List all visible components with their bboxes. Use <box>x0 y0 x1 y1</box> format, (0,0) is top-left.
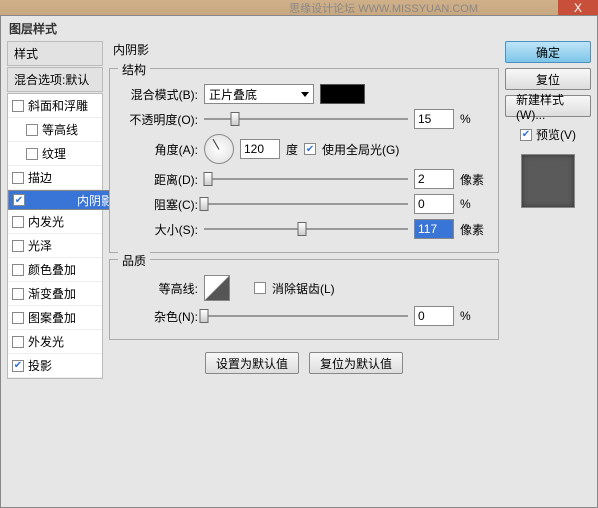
quality-group: 品质 等高线: 消除锯齿(L) 杂色(N): 0 % <box>109 259 499 340</box>
style-checkbox[interactable] <box>12 264 24 276</box>
structure-group: 结构 混合模式(B): 正片叠底 不透明度(O): 15 % 角度 <box>109 68 499 253</box>
layer-style-dialog: 图层样式 样式 混合选项:默认 斜面和浮雕等高线纹理描边内阴影内发光光泽颜色叠加… <box>0 15 598 508</box>
noise-label: 杂色(N): <box>118 308 198 325</box>
style-item-4[interactable]: 内阴影 <box>8 190 118 210</box>
panel-title: 内阴影 <box>109 41 499 62</box>
style-item-label: 颜色叠加 <box>28 261 76 278</box>
style-item-5[interactable]: 内发光 <box>8 210 102 234</box>
style-item-9[interactable]: 图案叠加 <box>8 306 102 330</box>
preview-swatch <box>521 154 575 208</box>
window-close-button[interactable]: X <box>558 0 598 15</box>
angle-input[interactable]: 120 <box>240 139 280 159</box>
style-item-8[interactable]: 渐变叠加 <box>8 282 102 306</box>
style-checkbox[interactable] <box>12 360 24 372</box>
blend-mode-select[interactable]: 正片叠底 <box>204 84 314 104</box>
angle-unit: 度 <box>286 141 298 158</box>
dialog-title: 图层样式 <box>1 16 597 41</box>
style-item-0[interactable]: 斜面和浮雕 <box>8 94 102 118</box>
preview-checkbox[interactable] <box>520 129 532 141</box>
choke-label: 阻塞(C): <box>118 196 198 213</box>
new-style-button[interactable]: 新建样式(W)... <box>505 95 591 117</box>
contour-picker[interactable] <box>204 275 230 301</box>
noise-slider[interactable] <box>204 307 408 325</box>
cancel-button[interactable]: 复位 <box>505 68 591 90</box>
choke-unit: % <box>460 197 490 211</box>
choke-slider[interactable] <box>204 195 408 213</box>
set-default-button[interactable]: 设置为默认值 <box>205 352 299 374</box>
style-checkbox[interactable] <box>12 100 24 112</box>
size-slider[interactable] <box>204 220 408 238</box>
style-checkbox[interactable] <box>13 194 25 206</box>
global-light-checkbox[interactable] <box>304 143 316 155</box>
style-item-1[interactable]: 等高线 <box>8 118 102 142</box>
quality-group-title: 品质 <box>118 252 150 269</box>
style-item-label: 内阴影 <box>77 192 113 209</box>
style-item-label: 斜面和浮雕 <box>28 97 88 114</box>
distance-slider[interactable] <box>204 170 408 188</box>
ok-button[interactable]: 确定 <box>505 41 591 63</box>
choke-input[interactable]: 0 <box>414 194 454 214</box>
style-checkbox[interactable] <box>12 336 24 348</box>
styles-header[interactable]: 样式 <box>7 41 103 66</box>
distance-input[interactable]: 2 <box>414 169 454 189</box>
style-item-label: 纹理 <box>42 145 66 162</box>
contour-label: 等高线: <box>118 280 198 297</box>
antialias-label: 消除锯齿(L) <box>272 280 335 297</box>
preview-label: 预览(V) <box>536 126 576 143</box>
distance-label: 距离(D): <box>118 171 198 188</box>
style-checkbox[interactable] <box>12 288 24 300</box>
size-input[interactable]: 117 <box>414 219 454 239</box>
blend-mode-label: 混合模式(B): <box>118 86 198 103</box>
style-item-label: 投影 <box>28 357 52 374</box>
blend-options-default[interactable]: 混合选项:默认 <box>7 67 103 92</box>
opacity-label: 不透明度(O): <box>118 111 198 128</box>
watermark-text: 思缘设计论坛 WWW.MISSYUAN.COM <box>289 0 478 16</box>
global-light-label: 使用全局光(G) <box>322 141 399 158</box>
antialias-checkbox[interactable] <box>254 282 266 294</box>
style-item-3[interactable]: 描边 <box>8 166 102 190</box>
style-item-label: 外发光 <box>28 333 64 350</box>
reset-default-button[interactable]: 复位为默认值 <box>309 352 403 374</box>
size-unit: 像素 <box>460 221 490 238</box>
size-label: 大小(S): <box>118 221 198 238</box>
structure-group-title: 结构 <box>118 61 150 78</box>
style-item-label: 光泽 <box>28 237 52 254</box>
style-checkbox[interactable] <box>12 240 24 252</box>
style-checkbox[interactable] <box>12 172 24 184</box>
style-item-label: 描边 <box>28 169 52 186</box>
opacity-slider[interactable] <box>204 110 408 128</box>
dropdown-icon <box>301 92 309 97</box>
style-item-10[interactable]: 外发光 <box>8 330 102 354</box>
style-item-11[interactable]: 投影 <box>8 354 102 378</box>
style-item-6[interactable]: 光泽 <box>8 234 102 258</box>
style-item-label: 内发光 <box>28 213 64 230</box>
angle-label: 角度(A): <box>118 141 198 158</box>
style-checkbox[interactable] <box>26 148 38 160</box>
style-item-label: 图案叠加 <box>28 309 76 326</box>
style-checkbox[interactable] <box>26 124 38 136</box>
style-item-2[interactable]: 纹理 <box>8 142 102 166</box>
style-item-7[interactable]: 颜色叠加 <box>8 258 102 282</box>
blend-mode-value: 正片叠底 <box>209 86 257 103</box>
opacity-input[interactable]: 15 <box>414 109 454 129</box>
angle-dial[interactable] <box>204 134 234 164</box>
noise-unit: % <box>460 309 490 323</box>
style-item-label: 等高线 <box>42 121 78 138</box>
style-list: 斜面和浮雕等高线纹理描边内阴影内发光光泽颜色叠加渐变叠加图案叠加外发光投影 <box>7 93 103 379</box>
style-checkbox[interactable] <box>12 216 24 228</box>
style-item-label: 渐变叠加 <box>28 285 76 302</box>
opacity-unit: % <box>460 112 490 126</box>
noise-input[interactable]: 0 <box>414 306 454 326</box>
shadow-color-swatch[interactable] <box>320 84 365 104</box>
style-checkbox[interactable] <box>12 312 24 324</box>
distance-unit: 像素 <box>460 171 490 188</box>
